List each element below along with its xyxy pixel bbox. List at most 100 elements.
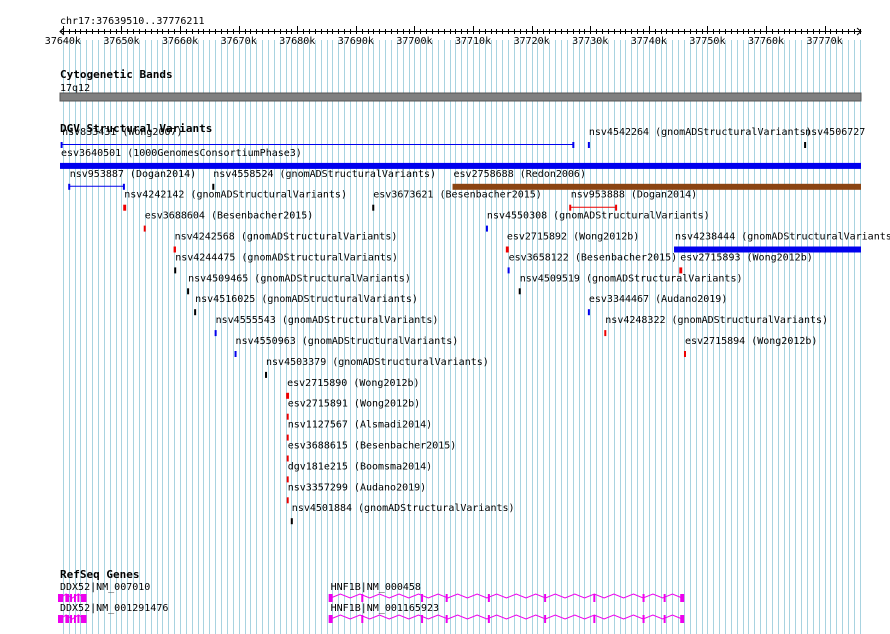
structural-variant[interactable]: esv3688604 (Besenbacher2015) [143, 211, 314, 232]
structural-variant[interactable]: nsv4550308 (gnomADStructuralVariants) [485, 211, 710, 232]
variant-label: nsv4550963 (gnomADStructuralVariants) [236, 336, 459, 347]
variant-glyph[interactable] [290, 518, 293, 525]
variant-label: nsv4506727 [805, 127, 865, 138]
refseq-gene[interactable]: HNF1B|NM_001165923 [328, 603, 685, 623]
variant-label: dgv181e215 (Boomsma2014) [288, 461, 433, 472]
variant-glyph[interactable] [214, 330, 217, 337]
variant-label: nsv4550308 (gnomADStructuralVariants) [487, 211, 710, 222]
gene-exon [67, 594, 70, 602]
variant-label: nsv4244475 (gnomADStructuralVariants) [175, 252, 398, 263]
gene-label: DDX52|NM_001291476 [60, 603, 168, 614]
variant-label: esv3673621 (Besenbacher2015) [373, 190, 542, 201]
structural-variant[interactable]: nsv1127567 (Alsmadi2014) [286, 420, 433, 441]
gene-exon [680, 615, 685, 623]
structural-variant[interactable]: esv3658122 (Besenbacher2015) [507, 252, 678, 274]
variant-glyph[interactable] [234, 351, 237, 357]
gene-exon [421, 594, 424, 602]
variant-label: esv3658122 (Besenbacher2015) [509, 252, 678, 263]
ruler-tick-label: 37700k [396, 36, 432, 47]
gene-exon [65, 594, 68, 602]
cytoband-ideogram[interactable] [59, 92, 862, 102]
variant-glyph[interactable] [683, 351, 686, 357]
gene-exon [487, 615, 490, 623]
variant-glyph[interactable] [174, 267, 177, 274]
variant-glyph[interactable] [507, 267, 510, 274]
variant-glyph[interactable] [194, 309, 197, 316]
gene-exon [70, 615, 73, 623]
ruler-tick-label: 37760k [748, 36, 784, 47]
variant-label: esv3688604 (Besenbacher2015) [145, 211, 314, 222]
gene-exon [593, 615, 596, 623]
gene-exon [544, 615, 547, 623]
ruler-tick-label: 37740k [631, 36, 667, 47]
ruler: 37640k 37650k 37660k 37670k 37680k 37690k 3770… [45, 26, 862, 47]
gene-intron-line [330, 614, 683, 620]
gene-exon [642, 615, 645, 623]
location-label: chr17:37639510..37776211 [60, 16, 205, 27]
gene-exon [663, 594, 666, 602]
variant-glyph[interactable] [372, 204, 375, 211]
gene-exon [328, 594, 333, 602]
structural-variant[interactable]: nsv4238444 (gnomADStructuralVariants) [674, 232, 890, 253]
variant-glyph[interactable] [143, 225, 146, 232]
structural-variant[interactable]: nsv953887 (Dogan2014) [68, 169, 196, 190]
structural-variant[interactable]: nsv833431 (Wong2007) [60, 127, 575, 148]
structural-variant[interactable]: nsv4509519 (gnomADStructuralVariants) [518, 273, 743, 295]
structural-variant[interactable]: nsv4555543 (gnomADStructuralVariants) [214, 315, 439, 337]
genome-browser[interactable]: chr17:37639510..37776211 37640k 37650k 376… [0, 0, 890, 634]
structural-variant[interactable]: nsv4242568 (gnomADStructuralVariants) [173, 232, 398, 253]
variant-label: nsv4248322 (gnomADStructuralVariants) [605, 315, 828, 326]
structural-variant[interactable]: esv2715891 (Wong2012b) [286, 399, 420, 420]
variant-label: nsv4509465 (gnomADStructuralVariants) [188, 273, 411, 284]
gene-exon [67, 615, 70, 623]
variant-label: esv3344467 (Audano2019) [589, 294, 727, 305]
variant-glyph[interactable] [286, 497, 289, 504]
variant-label: nsv3357299 (Audano2019) [288, 482, 426, 493]
structural-variant[interactable]: nsv4509465 (gnomADStructuralVariants) [187, 273, 411, 295]
variant-label: nsv4503379 (gnomADStructuralVariants) [266, 357, 489, 368]
structural-variant[interactable]: esv3688615 (Besenbacher2015) [286, 441, 457, 462]
gene-exon [544, 594, 547, 602]
structural-variant[interactable]: esv2758688 (Redon2006) [452, 169, 861, 190]
structural-variant[interactable]: esv2715893 (Wong2012b) [679, 252, 813, 274]
gene-exon [642, 594, 645, 602]
variant-label: nsv4238444 (gnomADStructuralVariants) [675, 232, 890, 243]
gene-exon [65, 615, 68, 623]
structural-variant[interactable]: nsv953888 (Dogan2014) [569, 190, 697, 211]
variant-glyph[interactable] [265, 371, 268, 378]
structural-variant[interactable]: esv2715892 (Wong2012b) [505, 232, 639, 253]
gene-exon [328, 615, 333, 623]
structural-variant[interactable]: esv2715894 (Wong2012b) [683, 336, 817, 357]
gene-exon [663, 615, 666, 623]
variant-glyph[interactable] [587, 142, 590, 148]
gene-label: DDX52|NM_007010 [60, 582, 150, 593]
gene-exon [445, 615, 448, 623]
variant-glyph[interactable] [804, 142, 807, 148]
structural-variant[interactable]: nsv4501884 (gnomADStructuralVariants) [290, 503, 515, 525]
structural-variant[interactable]: dgv181e215 (Boomsma2014) [286, 461, 433, 483]
gene-exon [82, 615, 87, 623]
structural-variant[interactable]: esv3640501 (1000GenomesConsortiumPhase3) [60, 148, 861, 169]
cytoband-17q12[interactable] [59, 92, 862, 102]
variant-glyph[interactable] [518, 288, 521, 295]
variant-label: nsv4516025 (gnomADStructuralVariants) [195, 294, 418, 305]
gene-exon [73, 615, 76, 623]
variant-label: nsv4542264 (gnomADStructuralVariants) [589, 127, 812, 138]
gene-exon [61, 594, 64, 602]
structural-variant[interactable]: nsv4242142 (gnomADStructuralVariants) [123, 190, 347, 211]
variant-glyph[interactable] [187, 288, 190, 295]
variant-glyph[interactable] [604, 330, 607, 337]
variant-glyph[interactable] [123, 204, 127, 211]
gene-exon [361, 594, 364, 602]
variant-glyph[interactable] [485, 225, 488, 232]
gene-exon [73, 594, 76, 602]
variant-label: nsv953887 (Dogan2014) [70, 169, 196, 180]
cytoband-label: 17q12 [60, 83, 90, 94]
variant-glyph[interactable] [587, 309, 590, 316]
refseq-gene[interactable]: HNF1B|NM_000458 [328, 582, 685, 602]
gene-exon [77, 615, 80, 623]
structural-variant[interactable]: esv2715890 (Wong2012b) [286, 378, 420, 399]
variant-label: nsv953888 (Dogan2014) [571, 190, 697, 201]
variant-end-right [572, 142, 575, 148]
ruler-tick-label: 37690k [338, 36, 374, 47]
